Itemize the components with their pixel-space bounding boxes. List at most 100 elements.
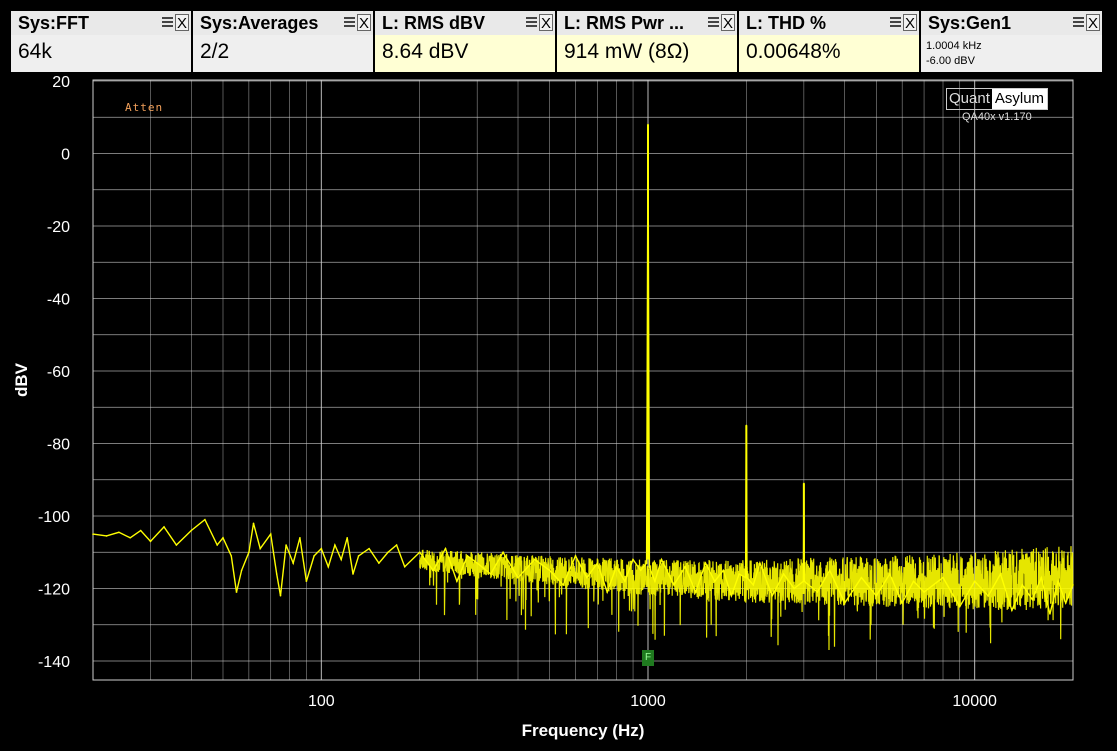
x-tick-label: 100 xyxy=(308,693,335,710)
spectrum-point xyxy=(746,576,748,579)
spectrum-point xyxy=(444,547,447,550)
spectrum-point xyxy=(759,562,761,564)
spectrum-point xyxy=(517,576,519,579)
y-tick-label: -120 xyxy=(38,582,70,599)
spectrum-point xyxy=(694,591,697,593)
spectrum-point xyxy=(793,587,795,590)
x-axis-title: Frequency (Hz) xyxy=(522,721,645,740)
spectrum-point xyxy=(816,591,819,593)
spectrum-point xyxy=(645,562,648,564)
spectrum-point xyxy=(1011,609,1013,612)
spectrum-point xyxy=(204,518,206,521)
spectrum-point xyxy=(586,576,588,579)
y-tick-label: -40 xyxy=(47,292,70,309)
spectrum-point xyxy=(240,569,243,572)
x-tick-label: 1000 xyxy=(630,693,666,710)
spectrum-point xyxy=(574,555,577,557)
spectrum-point xyxy=(129,536,132,539)
spectrum-point xyxy=(456,580,458,583)
fft-plot[interactable]: 20 0 -20 -40 -60 -80 -100 -120 -140 100 1000 10000 F… xyxy=(0,0,1117,751)
spectrum-point xyxy=(1057,580,1059,583)
spectrum-point xyxy=(843,602,846,604)
spectrum-point xyxy=(615,565,618,568)
spectrum-point xyxy=(432,569,434,572)
spectrum-point xyxy=(1072,584,1074,586)
spectrum-point xyxy=(368,547,370,550)
spectrum-point xyxy=(548,569,551,572)
frequency-marker[interactable]: F xyxy=(642,650,654,666)
spectrum-point xyxy=(596,562,599,564)
spectrum-point xyxy=(624,580,626,583)
y-tick-label: -80 xyxy=(47,437,70,454)
spectrum-point xyxy=(387,551,389,554)
spectrum-point xyxy=(860,576,863,579)
spectrum-point xyxy=(1049,613,1051,615)
spectrum-point xyxy=(713,580,716,583)
spectrum-point xyxy=(562,584,564,586)
y-tick-label: -60 xyxy=(47,364,70,381)
spectrum-point xyxy=(912,580,915,583)
spectrum-point xyxy=(738,573,740,575)
y-tick-label: 0 xyxy=(61,147,70,164)
spectrum-point xyxy=(875,594,878,597)
spectrum-point xyxy=(828,569,831,572)
spectrum-point xyxy=(252,522,255,525)
spectrum-point xyxy=(175,544,178,546)
spectrum-point xyxy=(684,565,687,568)
spectrum-point xyxy=(305,580,308,583)
spectrum-point xyxy=(279,594,282,597)
brand-part2: Asylum xyxy=(991,89,1048,109)
spectrum-point xyxy=(973,580,976,583)
spectrum-point xyxy=(901,602,903,604)
y-tick-label: -20 xyxy=(47,219,70,236)
spectrum-point xyxy=(722,569,725,572)
spectrum-point xyxy=(259,547,262,550)
spectrum-point xyxy=(673,584,675,586)
spectrum-point xyxy=(987,594,989,597)
spectrum-point xyxy=(320,547,323,550)
y-tick-label: -140 xyxy=(38,654,70,671)
spectrum-point xyxy=(395,544,398,546)
spectrum-point xyxy=(292,562,294,564)
spectrum-point xyxy=(105,535,108,537)
spectrum-point xyxy=(149,540,152,543)
spectrum-point xyxy=(378,562,380,564)
spectrum-point xyxy=(502,551,504,554)
spectrum-point xyxy=(357,555,360,557)
spectrum-point xyxy=(139,529,142,532)
spectrum-point xyxy=(923,591,925,593)
spectrum-point xyxy=(222,536,224,539)
spectrum-point xyxy=(704,562,707,564)
spectrum-point xyxy=(118,531,120,534)
spectrum-point xyxy=(403,565,406,568)
x-tick-label: 10000 xyxy=(952,693,997,710)
spectrum-point xyxy=(1031,598,1033,601)
spectrum-point xyxy=(248,551,250,554)
spectrum-point xyxy=(269,533,272,535)
spectrum-point xyxy=(334,544,336,546)
spectrum-point xyxy=(648,565,651,568)
spectrum-point xyxy=(285,544,287,546)
spectrum-point xyxy=(340,558,342,561)
spectrum-point xyxy=(958,605,961,608)
spectrum-point xyxy=(999,573,1002,575)
spectrum-point xyxy=(313,555,315,557)
spectrum-point xyxy=(771,594,773,597)
spectrum-point xyxy=(660,558,663,561)
spectrum-point xyxy=(216,544,219,546)
spectrum-point xyxy=(418,551,421,554)
spectrum-point xyxy=(163,526,165,528)
spectrum-point xyxy=(533,558,536,561)
spectrum-point xyxy=(606,591,608,593)
spectrum-point xyxy=(889,573,891,575)
spectrum-point xyxy=(639,569,642,572)
spectrum-point xyxy=(654,580,656,583)
brand-part1: Quant xyxy=(949,90,990,107)
spectrum-point xyxy=(1064,602,1067,604)
spectrum-point xyxy=(466,555,469,557)
spectrum-point xyxy=(299,536,301,539)
y-tick-label: 20 xyxy=(52,74,70,91)
spectrum-point xyxy=(352,573,354,575)
spectrum-point xyxy=(92,533,94,535)
spectrum-point xyxy=(346,536,348,539)
